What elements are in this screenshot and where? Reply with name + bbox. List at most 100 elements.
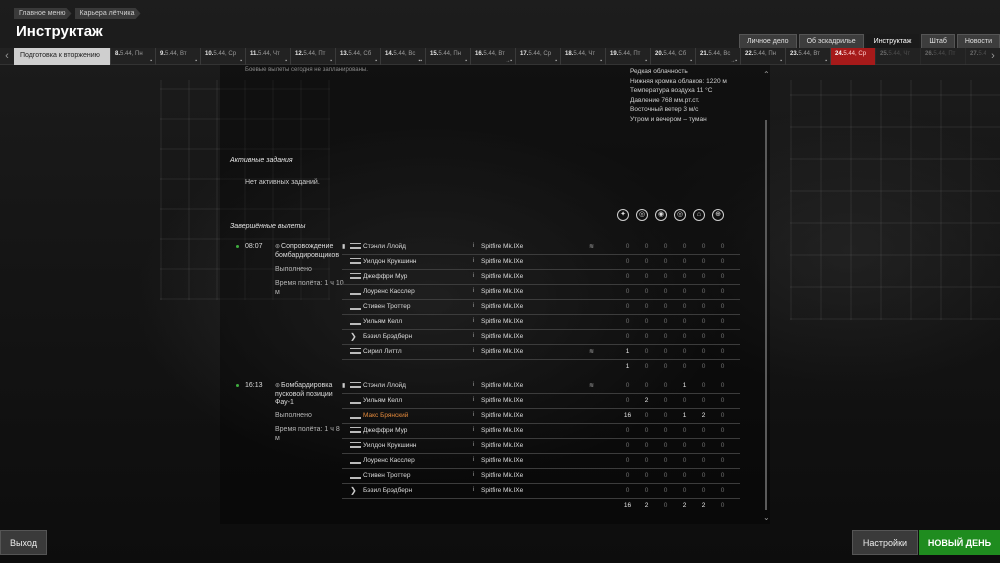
aircraft-name: Spitfire Mk.IXe	[481, 487, 524, 494]
pilot-name[interactable]: Бэзил Брэдберн	[363, 487, 412, 494]
timeline-day[interactable]: 19.5.44, Пт ▪	[605, 47, 650, 65]
timeline-chapter[interactable]: Подготовка к вторжению	[14, 47, 110, 65]
pilot-name[interactable]: Уильям Келл	[363, 318, 402, 325]
rank-insignia-icon: ❯	[350, 486, 357, 495]
crew-row[interactable]: ❯ Бэзил Брэдберн i Spitfire Mk.IXe 0 0 0 0 0 0	[342, 484, 740, 499]
settings-button[interactable]: Настройки	[852, 530, 918, 555]
timeline-day[interactable]: 27.5.44, Сб	[965, 47, 986, 65]
aircraft-info-icon[interactable]: i	[473, 243, 474, 249]
crew-row[interactable]: Уильям Келл i Spitfire Mk.IXe 0 2 0 0 0 0	[342, 394, 740, 409]
pilot-name[interactable]: Стэнли Ллойд	[363, 243, 406, 250]
timeline-day[interactable]: 9.5.44, Вт ▪	[155, 47, 200, 65]
pilot-name[interactable]: Джеффри Мур	[363, 427, 407, 434]
pilot-name[interactable]: Стэнли Ллойд	[363, 382, 406, 389]
timeline-day[interactable]: 26.5.44, Пт	[920, 47, 965, 65]
timeline-day[interactable]: 14.5.44, Вс ▪▪	[380, 47, 425, 65]
timeline-day[interactable]: 21.5.44, Вс →▪	[695, 47, 740, 65]
pilot-name[interactable]: Лоуренс Касслер	[363, 457, 415, 464]
breadcrumb-main-menu[interactable]: Главное меню	[14, 8, 72, 19]
timeline-day[interactable]: 22.5.44, Пн ▪	[740, 47, 785, 65]
aircraft-info-icon[interactable]: i	[473, 442, 474, 448]
pilot-name[interactable]: Макс Брянский	[363, 412, 408, 419]
timeline-day[interactable]: 8.5.44, Пн ▪	[110, 47, 155, 65]
aircraft-info-icon[interactable]: i	[473, 333, 474, 339]
aircraft-info-icon[interactable]: i	[473, 288, 474, 294]
crew-row[interactable]: Стивен Троттер i Spitfire Mk.IXe 0 0 0 0 0 0	[342, 300, 740, 315]
timeline-day-current[interactable]: 24.5.44, Ср	[830, 47, 875, 65]
rank-insignia-icon	[350, 288, 361, 295]
timeline-day-marker-icon: ▪	[195, 57, 197, 64]
aircraft-info-icon[interactable]: i	[473, 258, 474, 264]
timeline-day[interactable]: 18.5.44, Чт ▪	[560, 47, 605, 65]
timeline-day[interactable]: 12.5.44, Пт ▪	[290, 47, 335, 65]
aircraft-info-icon[interactable]: i	[473, 397, 474, 403]
aircraft-info-icon[interactable]: i	[473, 273, 474, 279]
crew-row[interactable]: ▮ Стэнли Ллойд i Spitfire Mk.IXe ≋ 0 0 0 0 0 0	[342, 240, 740, 255]
scrollbar[interactable]: ⌃ ⌄	[763, 70, 770, 522]
timeline-day-date: 5.44, Пт	[618, 50, 641, 57]
aircraft-info-icon[interactable]: i	[473, 472, 474, 478]
timeline-day[interactable]: 17.5.44, Ср ▪	[515, 47, 560, 65]
stat-value: 0	[682, 457, 687, 464]
aircraft-info-icon[interactable]: i	[473, 318, 474, 324]
timeline-day[interactable]: 16.5.44, Вт →▪	[470, 47, 515, 65]
aircraft-info-icon[interactable]: i	[473, 487, 474, 493]
briefing-text: Боевые вылеты сегодня не запланированы.	[245, 67, 368, 73]
stat-value: 2	[701, 412, 706, 419]
pilot-name[interactable]: Уильям Келл	[363, 397, 402, 404]
timeline-day[interactable]: 25.5.44, Чт	[875, 47, 920, 65]
aircraft-info-icon[interactable]: i	[473, 382, 474, 388]
crew-row[interactable]: ❯ Бэзил Брэдберн i Spitfire Mk.IXe 0 0 0 0 0 0	[342, 330, 740, 345]
pilot-name[interactable]: Стивен Троттер	[363, 303, 411, 310]
crew-row[interactable]: Лоуренс Касслер i Spitfire Mk.IXe 0 0 0 0 0 0	[342, 454, 740, 469]
scroll-up-icon[interactable]: ⌃	[763, 70, 770, 79]
aircraft-info-icon[interactable]: i	[473, 412, 474, 418]
crew-row[interactable]: Джеффри Мур i Spitfire Mk.IXe 0 0 0 0 0 0	[342, 424, 740, 439]
pilot-name[interactable]: Лоуренс Касслер	[363, 288, 415, 295]
aircraft-info-icon[interactable]: i	[473, 348, 474, 354]
crew-row[interactable]: Стивен Троттер i Spitfire Mk.IXe 0 0 0 0 0 0	[342, 469, 740, 484]
crew-row[interactable]: Лоуренс Касслер i Spitfire Mk.IXe 0 0 0 0 0 0	[342, 285, 740, 300]
pilot-name[interactable]: Уилдон Крукшинн	[363, 258, 417, 265]
pilot-name[interactable]: Бэзил Брэдберн	[363, 333, 412, 340]
stat-value: 0	[682, 243, 687, 250]
crew-row[interactable]: Уилдон Крукшинн i Spitfire Mk.IXe 0 0 0 0 0 0	[342, 255, 740, 270]
crew-row[interactable]: Уилдон Крукшинн i Spitfire Mk.IXe 0 0 0 0 0 0	[342, 439, 740, 454]
aircraft-info-icon[interactable]: i	[473, 303, 474, 309]
crew-row[interactable]: Макс Брянский i Spitfire Mk.IXe 16 0 0 1 2 0	[342, 409, 740, 424]
crew-row[interactable]: Джеффри Мур i Spitfire Mk.IXe 0 0 0 0 0 0	[342, 270, 740, 285]
exit-button[interactable]: Выход	[0, 530, 47, 555]
rank-insignia-icon	[350, 457, 361, 464]
timeline-day[interactable]: 10.5.44, Ср ▪	[200, 47, 245, 65]
stat-value: 0	[625, 243, 630, 250]
pilot-name[interactable]: Стивен Троттер	[363, 472, 411, 479]
aircraft-name: Spitfire Mk.IXe	[481, 288, 524, 295]
timeline-day[interactable]: 20.5.44, Сб ▪	[650, 47, 695, 65]
total-value: 0	[701, 363, 706, 370]
crew-row[interactable]: ▮ Стэнли Ллойд i Spitfire Mk.IXe ≋ 0 0 0 1 0 0	[342, 379, 740, 394]
pilot-name[interactable]: Сирил Литтл	[363, 348, 402, 355]
aircraft-info-icon[interactable]: i	[473, 457, 474, 463]
crew-row[interactable]: Уильям Келл i Spitfire Mk.IXe 0 0 0 0 0 0	[342, 315, 740, 330]
pilot-stats: 0 0 0 0 0 0	[618, 288, 732, 295]
stat-value: 0	[625, 457, 630, 464]
timeline-day[interactable]: 23.5.44, Вт ▪	[785, 47, 830, 65]
aircraft-name: Spitfire Mk.IXe	[481, 457, 524, 464]
crew-row[interactable]: Сирил Литтл i Spitfire Mk.IXe ≋ 1 0 0 0 0 0	[342, 345, 740, 360]
timeline-day[interactable]: 13.5.44, Сб ▪	[335, 47, 380, 65]
new-day-button[interactable]: НОВЫЙ ДЕНЬ	[919, 530, 1000, 555]
breadcrumb-pilot-career[interactable]: Карьера лётчика	[75, 8, 141, 19]
pilot-stats: 0 0 0 0 0 0	[618, 472, 732, 479]
scroll-thumb[interactable]	[765, 120, 767, 510]
timeline-day[interactable]: 11.5.44, Чт ▪	[245, 47, 290, 65]
pilot-name[interactable]: Джеффри Мур	[363, 273, 407, 280]
pilot-name[interactable]: Уилдон Крукшинн	[363, 442, 417, 449]
aircraft-info-icon[interactable]: i	[473, 427, 474, 433]
mission-totals: 16 2 0 2 2 0	[618, 502, 732, 509]
stat-value: 0	[644, 258, 649, 265]
timeline-right-arrow-icon[interactable]: ›	[986, 50, 1000, 62]
mission-type-icon: ⊛	[275, 383, 281, 389]
timeline-day[interactable]: 15.5.44, Пн ▪	[425, 47, 470, 65]
timeline-left-arrow-icon[interactable]: ‹	[0, 50, 14, 62]
scroll-down-icon[interactable]: ⌄	[763, 513, 770, 522]
